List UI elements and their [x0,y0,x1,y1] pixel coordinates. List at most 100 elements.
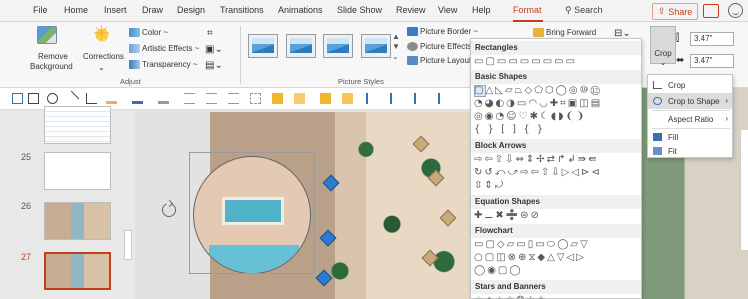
vertical-scrollbar[interactable] [740,130,748,250]
flowchart-row[interactable]: ○▢◫⊗⊕⧖◆△▽◁▷ [474,252,586,264]
align-middle-icon[interactable] [414,93,425,104]
tab-help[interactable]: Help [472,5,491,15]
color-button[interactable]: Color ~ [129,28,169,38]
shape-fill-icon[interactable] [106,93,117,104]
shape-width-field[interactable]: 3.47" [690,54,734,68]
stars-banners-row[interactable]: ☆✦✧✩✪✫✬ [474,295,547,299]
crop-to-shape-icon [653,97,662,105]
share-button[interactable]: ⇪ Share [652,3,698,20]
block-arrows-row[interactable]: ↻↺⤺⤻⇨⇦⇧⇩▷◁⊳⊲ [474,167,602,179]
align-right-icon[interactable] [228,93,239,104]
distribute-icon[interactable] [366,93,377,104]
basic-shapes-row[interactable]: ▢△◺▱⏢◇⬠⬡◯◎⑩⑫ [474,85,602,97]
crop-menu-item-crop-to-shape[interactable]: Crop to Shape › [648,93,732,109]
tab-format[interactable]: Format [513,5,542,15]
slide-thumbnail[interactable] [44,152,111,190]
tab-transitions[interactable]: Transitions [220,5,264,15]
corrections-chevron-icon[interactable]: ⌄ [98,63,105,72]
picture-layout-button[interactable]: Picture Layout [407,56,472,66]
remove-background-icon [37,26,57,44]
artistic-effects-label: Artistic Effects ~ [142,44,200,53]
bring-to-front-icon[interactable] [272,93,283,104]
align-left-icon[interactable] [184,93,195,104]
align-objects-icon[interactable] [390,93,401,104]
send-to-back-icon[interactable] [294,93,305,104]
connector-icon[interactable] [86,93,97,104]
picture-styles-more-icon[interactable]: ▲ ▼ ⌄ [392,32,400,62]
remove-background-label-2[interactable]: Background [30,62,73,71]
flowchart-row[interactable]: ◯◉▢◯ [474,265,523,277]
font-color-icon[interactable] [158,93,169,104]
picture-effects-icon [407,42,418,52]
tab-insert[interactable]: Insert [104,5,127,15]
picture-style-4[interactable] [361,34,391,58]
flowchart-row[interactable]: ▭▢◇▱▭▯▭⬭◯▱▽ [474,239,590,251]
umbrella-shape [427,169,445,187]
slide-thumbnail[interactable] [44,106,111,144]
compress-pictures-icon[interactable]: ⌗ [207,28,213,39]
selection-outline [189,152,315,274]
crop-menu-item-crop[interactable]: Crop [648,77,732,93]
slide-number: 25 [21,152,32,162]
tab-animations[interactable]: Animations [278,5,323,15]
tab-home[interactable]: Home [64,5,88,15]
width-icon: ⬌ [676,55,685,66]
oval-icon[interactable] [47,93,58,104]
remove-background-label-1[interactable]: Remove [38,52,68,61]
share-label: Share [668,6,693,17]
textbox-icon[interactable] [12,93,23,104]
equation-shapes-row[interactable]: ✚⚊✖➗⊜⊘ [474,210,541,222]
picture-border-button[interactable]: Picture Border ~ [407,27,479,37]
tab-slide-show[interactable]: Slide Show [337,5,382,15]
picture-border-label: Picture Border ~ [420,27,479,36]
transparency-label: Transparency ~ [142,60,198,69]
align-center-icon[interactable] [206,93,217,104]
crop-button[interactable]: Crop ⌄ [650,26,676,67]
picture-effects-button[interactable]: Picture Effects [407,42,471,52]
picture-style-3[interactable] [323,34,353,58]
basic-shapes-row[interactable]: { } [ ] { } [474,124,545,136]
feedback-smile-icon[interactable] [728,3,743,18]
basic-shapes-row[interactable]: ◎◉◔☺♡✱☾◖◗❨❩ [474,111,586,123]
section-header-flowchart: Flowchart [471,224,641,238]
comments-icon[interactable] [703,4,719,18]
change-picture-icon[interactable]: ▣⌄ [205,44,223,55]
align-bottom-icon[interactable] [438,93,449,104]
block-arrows-row[interactable]: ⇨⇦⇧⇩⇔⇕✢⇄↱↲⇛⇚ [474,154,599,166]
rotate-handle-icon[interactable] [162,203,176,217]
corrections-button[interactable]: Corrections [83,52,124,61]
slide-thumbnail-selected[interactable] [44,252,111,290]
bring-forward-button[interactable]: Bring Forward [533,28,596,38]
fill-icon [653,133,662,141]
crop-menu-item-aspect-ratio[interactable]: Aspect Ratio › [648,111,732,127]
rotate-objects-icon[interactable] [342,93,353,104]
line-icon[interactable] [63,90,80,107]
arrange-icon[interactable] [320,93,331,104]
color-label: Color ~ [142,28,169,37]
height-icon: ⫿ [676,33,680,44]
tab-view[interactable]: View [438,5,457,15]
transparency-button[interactable]: Transparency ~ [129,60,198,70]
picture-style-2[interactable] [286,34,316,58]
artistic-effects-button[interactable]: Artistic Effects ~ [129,44,200,54]
tab-review[interactable]: Review [396,5,426,15]
tab-file[interactable]: File [33,5,48,15]
picture-layout-label: Picture Layout [420,56,472,65]
slide-thumbnail[interactable] [44,202,111,240]
shape-outline-icon[interactable] [132,93,143,104]
tab-design[interactable]: Design [177,5,205,15]
thumbnail-scrollbar[interactable] [124,230,132,260]
search-box[interactable]: ⚲ Search [565,5,603,16]
rectangles-shape-row[interactable]: ▭▢▭▭▭▭▭▭▭ [474,56,577,68]
basic-shapes-row[interactable]: ◔◕◐◑▭◠◡✚⌗▣◫▤ [474,98,602,110]
rectangle-icon[interactable] [28,93,39,104]
shape-height-field[interactable]: 3.47" [690,32,734,46]
picture-style-1[interactable] [248,34,278,58]
reset-picture-icon[interactable]: ▤⌄ [205,60,223,71]
block-arrows-row[interactable]: ⇳⇕⤾ [474,180,505,192]
share-icon: ⇪ [657,6,666,16]
section-header-stars-banners: Stars and Banners [471,280,641,294]
tab-draw[interactable]: Draw [142,5,163,15]
group-icon[interactable] [250,93,261,104]
crop-menu-item-fit[interactable]: Fit [648,143,732,159]
